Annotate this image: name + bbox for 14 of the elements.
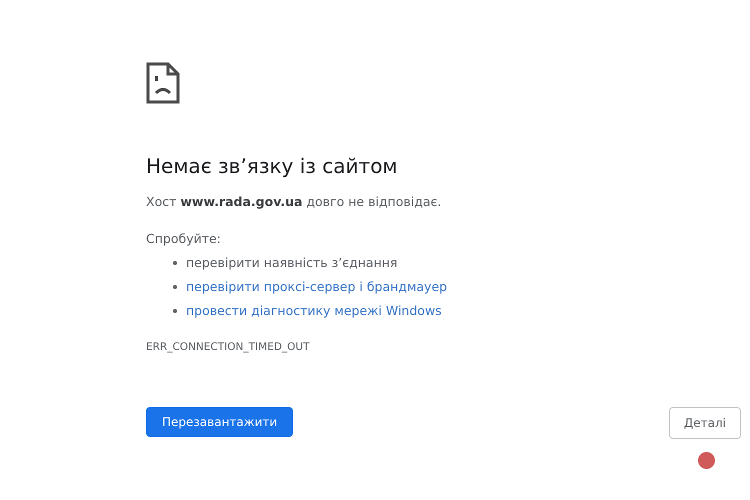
suggestion-text: перевірити наявність з’єднання xyxy=(186,254,398,271)
error-code: ERR_CONNECTION_TIMED_OUT xyxy=(146,341,311,353)
bullet-icon xyxy=(173,284,177,288)
suggestion-link[interactable]: перевірити проксі-сервер і брандмауер xyxy=(186,278,448,295)
error-heading: Немає зв’язку із сайтом xyxy=(146,154,399,178)
bullet-icon xyxy=(173,308,177,312)
suggestions-label: Спробуйте: xyxy=(146,231,222,246)
suggestion-link[interactable]: провести діагностику мережі Windows xyxy=(186,302,442,319)
sad-page-icon xyxy=(146,62,180,104)
reload-button[interactable]: Перезавантажити xyxy=(146,407,294,437)
bullet-icon xyxy=(173,260,177,264)
pointer-dot xyxy=(698,452,716,469)
details-button[interactable]: Деталі xyxy=(668,407,741,439)
host-message: Хост www.rada.gov.ua довго не відповідає. xyxy=(146,194,442,209)
